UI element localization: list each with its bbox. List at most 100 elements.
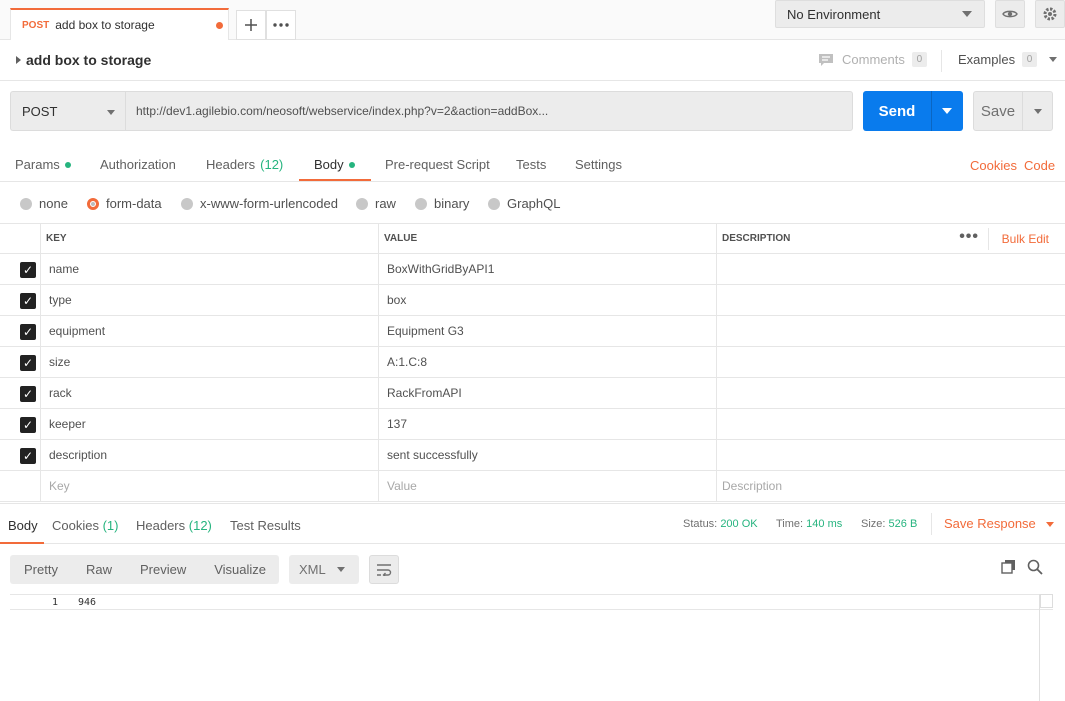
chevron-down-icon[interactable] [942,108,952,114]
response-body-editor[interactable]: 1 946 [10,594,1053,701]
description-cell[interactable] [716,409,1065,439]
tab-settings[interactable]: Settings [575,157,622,172]
bulk-edit-link[interactable]: Bulk Edit [1002,232,1049,246]
value-cell[interactable]: Equipment G3 [378,316,716,346]
response-tab-cookies[interactable]: Cookies (1) [52,518,118,533]
request-tab[interactable]: POST add box to storage [10,8,229,40]
comments-label: Comments [842,52,905,67]
method-select[interactable]: POST [10,91,126,131]
view-pretty-button[interactable]: Pretty [10,562,72,577]
environment-select[interactable]: No Environment [775,0,985,28]
view-preview-button[interactable]: Preview [126,562,200,577]
row-checkbox[interactable]: ✓ [20,355,36,371]
description-cell[interactable] [716,316,1065,346]
status-dot [348,161,355,168]
url-input[interactable]: http://dev1.agilebio.com/neosoft/webserv… [125,91,853,131]
new-key-input[interactable]: Key [40,471,378,501]
value-cell[interactable]: A:1.C:8 [378,347,716,377]
new-description-input[interactable]: Description [716,471,1065,501]
plus-icon [245,19,257,31]
description-cell[interactable] [716,285,1065,315]
comments-button[interactable]: Comments 0 [818,52,927,67]
key-cell[interactable]: keeper [40,409,378,439]
response-tab-headers[interactable]: Headers (12) [136,518,212,533]
send-button-label: Send [878,102,916,120]
search-icon[interactable] [1027,559,1043,575]
chevron-down-icon[interactable] [1034,109,1042,114]
send-button[interactable]: Send [863,91,963,131]
radio-binary[interactable]: binary [415,196,469,211]
view-visualize-button[interactable]: Visualize [200,562,280,577]
response-format-select[interactable]: XML [289,555,359,584]
radio-none[interactable]: none [20,196,68,211]
new-tab-button[interactable] [236,10,266,40]
divider [988,228,989,250]
value-cell[interactable]: RackFromAPI [378,378,716,408]
key-cell[interactable]: type [40,285,378,315]
tab-params[interactable]: Params [15,157,71,172]
divider [931,91,932,131]
radio-raw[interactable]: raw [356,196,396,211]
editor-scrollbar[interactable] [1040,594,1053,608]
value-cell[interactable]: box [378,285,716,315]
chevron-right-icon[interactable] [16,56,21,64]
divider [931,513,932,535]
table-row: ✓ description sent successfully [0,440,1065,471]
description-cell[interactable] [716,378,1065,408]
request-title[interactable]: add box to storage [26,52,151,68]
tab-tests-label: Tests [516,157,547,172]
description-cell[interactable] [716,440,1065,470]
copy-icon[interactable] [1001,559,1016,574]
cookies-link[interactable]: Cookies [970,158,1017,173]
value-cell[interactable]: 137 [378,409,716,439]
environment-quick-look-button[interactable] [995,0,1025,28]
size-value: 526 B [888,518,918,530]
view-raw-button[interactable]: Raw [72,562,126,577]
value-cell[interactable]: sent successfully [378,440,716,470]
tab-tests[interactable]: Tests [516,157,546,172]
radio-none-label: none [39,196,68,211]
manage-environments-button[interactable] [1035,0,1065,28]
active-tab-indicator [0,542,44,544]
tab-body[interactable]: Body [314,157,355,172]
save-response-button[interactable]: Save Response [944,516,1054,531]
response-tab-body[interactable]: Body [8,518,38,533]
wrap-lines-button[interactable] [369,555,399,584]
more-horizontal-icon[interactable]: ••• [959,228,979,246]
description-cell[interactable] [716,347,1065,377]
line-number: 1 [52,597,59,608]
response-tab-headers-count: (12) [188,518,212,533]
tab-settings-label: Settings [575,157,622,172]
status-label: Status: [683,518,718,530]
row-checkbox[interactable]: ✓ [20,386,36,402]
key-cell[interactable]: name [40,254,378,284]
key-cell[interactable]: size [40,347,378,377]
row-checkbox[interactable]: ✓ [20,448,36,464]
key-cell[interactable]: rack [40,378,378,408]
method-select-value: POST [22,103,58,119]
examples-button[interactable]: Examples 0 [958,52,1058,67]
row-checkbox[interactable]: ✓ [20,324,36,340]
tab-headers[interactable]: Headers (12) [206,157,283,172]
code-link[interactable]: Code [1024,158,1055,173]
form-data-table: KEY VALUE DESCRIPTION ••• Bulk Edit ✓ na… [0,224,1065,502]
row-checkbox[interactable]: ✓ [20,262,36,278]
tab-options-button[interactable] [266,10,296,40]
response-tab-test-results[interactable]: Test Results [230,518,301,533]
response-tabs: Body Cookies (1) Headers (12) Test Resul… [0,503,1065,544]
examples-label: Examples [958,52,1016,67]
value-cell[interactable]: BoxWithGridByAPI1 [378,254,716,284]
description-cell[interactable] [716,254,1065,284]
row-checkbox[interactable]: ✓ [20,293,36,309]
tab-prerequest-script[interactable]: Pre-request Script [385,157,490,172]
save-button[interactable]: Save [973,91,1053,131]
chevron-down-icon [1049,57,1058,62]
row-checkbox[interactable]: ✓ [20,417,36,433]
radio-x-www-form-urlencoded[interactable]: x-www-form-urlencoded [181,196,338,211]
key-cell[interactable]: description [40,440,378,470]
key-cell[interactable]: equipment [40,316,378,346]
radio-form-data[interactable]: form-data [87,196,162,211]
tab-authorization[interactable]: Authorization [100,157,176,172]
radio-graphql[interactable]: GraphQL [488,196,560,211]
new-value-input[interactable]: Value [378,471,716,501]
